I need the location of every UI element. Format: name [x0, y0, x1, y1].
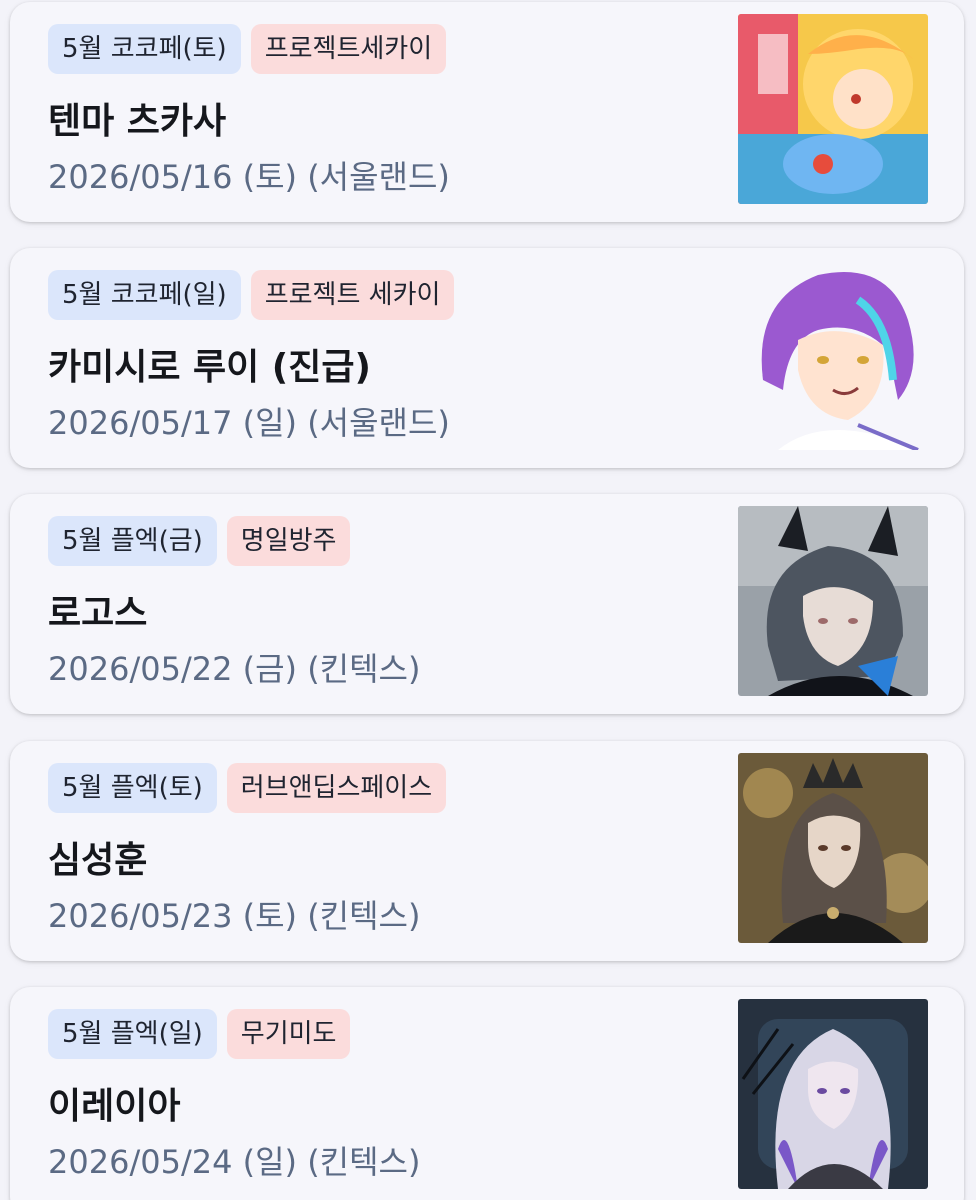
event-tag: 5월 코코페(토) [48, 24, 241, 74]
event-tag: 5월 플엑(금) [48, 516, 217, 566]
character-white-hair-image [738, 999, 928, 1189]
anime-character-gray-hair-horns-image [738, 506, 928, 696]
character-name: 심성훈 [48, 840, 148, 881]
character-thumbnail[interactable] [738, 14, 928, 204]
event-list: 5월 코코페(토) 프로젝트세카이 텐마 츠카사 2026/05/16 (토) … [0, 0, 976, 1200]
genre-tag: 프로젝트세카이 [250, 24, 447, 74]
tag-row: 5월 코코페(토) 프로젝트세카이 [48, 24, 447, 74]
event-date: 2026/05/23 (토) (킨텍스) [48, 897, 421, 935]
genre-tag: 무기미도 [226, 1009, 351, 1059]
event-card[interactable]: 5월 플엑(금) 명일방주 로고스 2026/05/22 (금) (킨텍스) [10, 494, 964, 714]
event-card[interactable]: 5월 플엑(토) 러브앤딥스페이스 심성훈 2026/05/23 (토) (킨텍… [10, 741, 964, 961]
tag-row: 5월 코코페(일) 프로젝트 세카이 [48, 270, 455, 320]
tag-row: 5월 플엑(일) 무기미도 [48, 1009, 351, 1059]
genre-tag: 명일방주 [226, 516, 351, 566]
tag-row: 5월 플엑(토) 러브앤딥스페이스 [48, 763, 447, 813]
event-card[interactable]: 5월 코코페(일) 프로젝트 세카이 카미시로 루이 (진급) 2026/05/… [10, 248, 964, 468]
event-card[interactable]: 5월 플엑(일) 무기미도 이레이아 2026/05/24 (일) (킨텍스) [10, 987, 964, 1200]
genre-tag: 러브앤딥스페이스 [226, 763, 447, 813]
event-date: 2026/05/16 (토) (서울랜드) [48, 158, 450, 196]
event-date: 2026/05/17 (일) (서울랜드) [48, 404, 450, 442]
event-tag: 5월 플엑(토) [48, 763, 217, 813]
character-name: 카미시로 루이 (진급) [48, 347, 371, 388]
event-card[interactable]: 5월 코코페(토) 프로젝트세카이 텐마 츠카사 2026/05/16 (토) … [10, 2, 964, 222]
character-name: 이레이아 [48, 1086, 181, 1127]
genre-tag: 프로젝트 세카이 [250, 270, 455, 320]
character-thumbnail[interactable] [738, 506, 928, 696]
character-thumbnail[interactable] [738, 999, 928, 1189]
event-tag: 5월 코코페(일) [48, 270, 241, 320]
anime-character-purple-hair-image [738, 260, 928, 450]
character-thumbnail[interactable] [738, 753, 928, 943]
character-thumbnail[interactable] [738, 260, 928, 450]
event-tag: 5월 플엑(일) [48, 1009, 217, 1059]
event-date: 2026/05/22 (금) (킨텍스) [48, 650, 421, 688]
tag-row: 5월 플엑(금) 명일방주 [48, 516, 351, 566]
event-date: 2026/05/24 (일) (킨텍스) [48, 1143, 421, 1181]
character-crowned-long-hair-image [738, 753, 928, 943]
character-name: 로고스 [48, 593, 148, 634]
character-name: 텐마 츠카사 [48, 101, 227, 142]
anime-character-blonde-image [738, 14, 928, 204]
